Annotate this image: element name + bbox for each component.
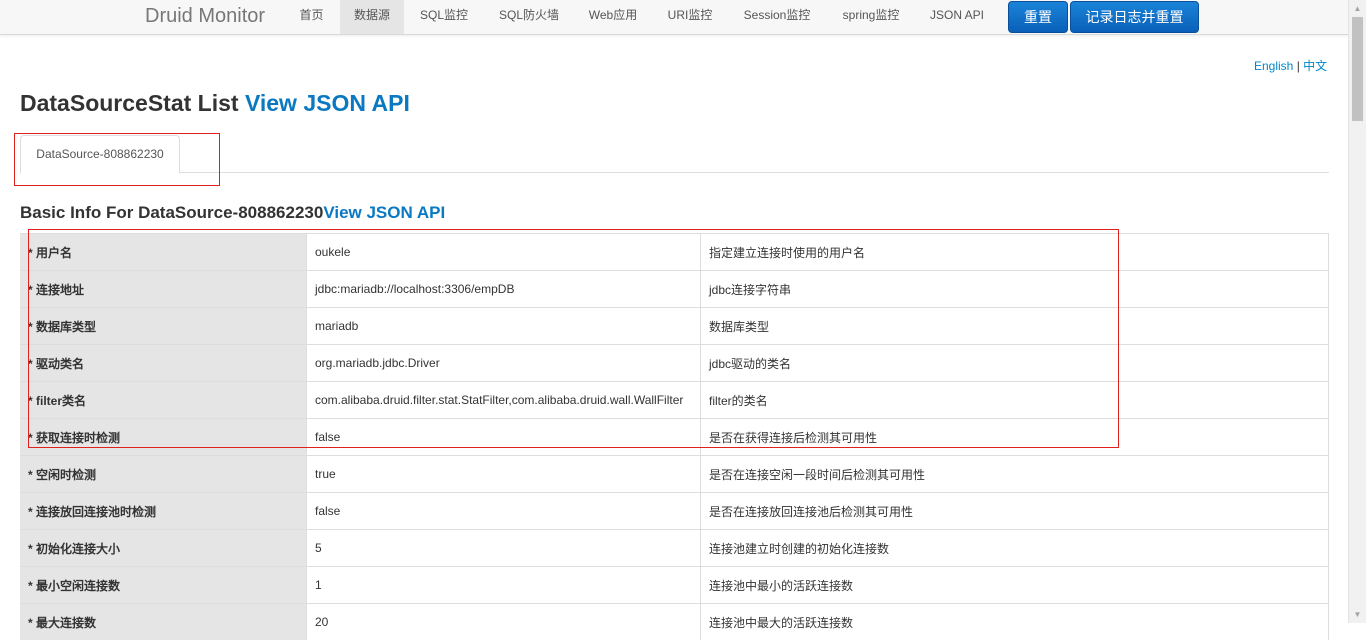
lang-chinese-link[interactable]: 中文	[1303, 59, 1327, 73]
reset-button[interactable]: 重置	[1008, 1, 1068, 33]
view-json-api-link[interactable]: View JSON API	[245, 90, 410, 116]
log-and-reset-button[interactable]: 记录日志并重置	[1070, 1, 1199, 33]
row-value: true	[307, 456, 701, 493]
table-row: * 连接放回连接池时检测 false 是否在连接放回连接池后检测其可用性	[20, 493, 1329, 530]
row-value: 20	[307, 604, 701, 640]
row-description: 连接池中最大的活跃连接数	[701, 604, 1329, 640]
row-label: * 获取连接时检测	[20, 419, 307, 456]
row-description: 连接池中最小的活跃连接数	[701, 567, 1329, 604]
page-title: DataSourceStat List View JSON API	[20, 90, 410, 117]
row-label: * 连接放回连接池时检测	[20, 493, 307, 530]
row-label: * filter类名	[20, 382, 307, 419]
table-row: * 初始化连接大小 5 连接池建立时创建的初始化连接数	[20, 530, 1329, 567]
nav-item-sql-monitor[interactable]: SQL监控	[408, 0, 480, 34]
row-value: false	[307, 493, 701, 530]
table-row: * 驱动类名 org.mariadb.jdbc.Driver jdbc驱动的类名	[20, 345, 1329, 382]
top-navbar: Druid Monitor 首页 数据源 SQL监控 SQL防火墙 Web应用 …	[0, 0, 1349, 35]
table-row: * 连接地址 jdbc:mariadb://localhost:3306/emp…	[20, 271, 1329, 308]
nav-item-uri-monitor[interactable]: URI监控	[656, 0, 724, 34]
row-value: 5	[307, 530, 701, 567]
row-label: * 连接地址	[20, 271, 307, 308]
nav-item-spring-monitor[interactable]: spring监控	[830, 0, 912, 34]
page-title-text: DataSourceStat List	[20, 90, 239, 116]
row-label: * 驱动类名	[20, 345, 307, 382]
row-description: jdbc连接字符串	[701, 271, 1329, 308]
row-label: * 用户名	[20, 234, 307, 271]
table-row: * 最小空闲连接数 1 连接池中最小的活跃连接数	[20, 567, 1329, 604]
row-label: * 最小空闲连接数	[20, 567, 307, 604]
row-label: * 数据库类型	[20, 308, 307, 345]
tabs-divider	[20, 172, 1329, 173]
nav-item-json-api[interactable]: JSON API	[920, 0, 994, 34]
row-description: 数据库类型	[701, 308, 1329, 345]
row-value: false	[307, 419, 701, 456]
row-description: 连接池建立时创建的初始化连接数	[701, 530, 1329, 567]
row-value: jdbc:mariadb://localhost:3306/empDB	[307, 271, 701, 308]
lang-english-link[interactable]: English	[1254, 59, 1293, 73]
basic-info-table: * 用户名 oukele 指定建立连接时使用的用户名 * 连接地址 jdbc:m…	[20, 233, 1329, 640]
row-description: jdbc驱动的类名	[701, 345, 1329, 382]
scroll-down-icon[interactable]: ▼	[1349, 606, 1366, 623]
table-row: * 用户名 oukele 指定建立连接时使用的用户名	[20, 234, 1329, 271]
row-description: filter的类名	[701, 382, 1329, 419]
row-value: com.alibaba.druid.filter.stat.StatFilter…	[307, 382, 701, 419]
row-value: oukele	[307, 234, 701, 271]
row-value: mariadb	[307, 308, 701, 345]
row-label: * 最大连接数	[20, 604, 307, 640]
scroll-up-icon[interactable]: ▲	[1349, 0, 1366, 17]
nav-item-session-monitor[interactable]: Session监控	[732, 0, 822, 34]
row-description: 是否在获得连接后检测其可用性	[701, 419, 1329, 456]
row-label: * 初始化连接大小	[20, 530, 307, 567]
table-row: * 获取连接时检测 false 是否在获得连接后检测其可用性	[20, 419, 1329, 456]
row-value: 1	[307, 567, 701, 604]
nav-item-home[interactable]: 首页	[287, 0, 336, 34]
row-value: org.mariadb.jdbc.Driver	[307, 345, 701, 382]
section-title-text: Basic Info For DataSource-808862230	[20, 203, 323, 222]
section-title: Basic Info For DataSource-808862230View …	[20, 203, 445, 223]
table-row: * 空闲时检测 true 是否在连接空闲一段时间后检测其可用性	[20, 456, 1329, 493]
nav-item-datasource[interactable]: 数据源	[340, 0, 404, 34]
row-description: 指定建立连接时使用的用户名	[701, 234, 1329, 271]
lang-separator: |	[1297, 59, 1300, 73]
table-row: * 数据库类型 mariadb 数据库类型	[20, 308, 1329, 345]
table-row: * 最大连接数 20 连接池中最大的活跃连接数	[20, 604, 1329, 640]
row-description: 是否在连接空闲一段时间后检测其可用性	[701, 456, 1329, 493]
tab-datasource[interactable]: DataSource-808862230	[20, 135, 180, 174]
table-row: * filter类名 com.alibaba.druid.filter.stat…	[20, 382, 1329, 419]
nav-item-sql-firewall[interactable]: SQL防火墙	[486, 0, 572, 34]
row-description: 是否在连接放回连接池后检测其可用性	[701, 493, 1329, 530]
language-switch: English | 中文	[1254, 57, 1327, 74]
section-view-json-api-link[interactable]: View JSON API	[323, 203, 445, 222]
vertical-scrollbar[interactable]: ▲ ▼	[1348, 0, 1366, 623]
scroll-thumb[interactable]	[1352, 17, 1363, 121]
brand-title[interactable]: Druid Monitor	[145, 4, 265, 28]
row-label: * 空闲时检测	[20, 456, 307, 493]
nav-item-web-app[interactable]: Web应用	[578, 0, 648, 34]
